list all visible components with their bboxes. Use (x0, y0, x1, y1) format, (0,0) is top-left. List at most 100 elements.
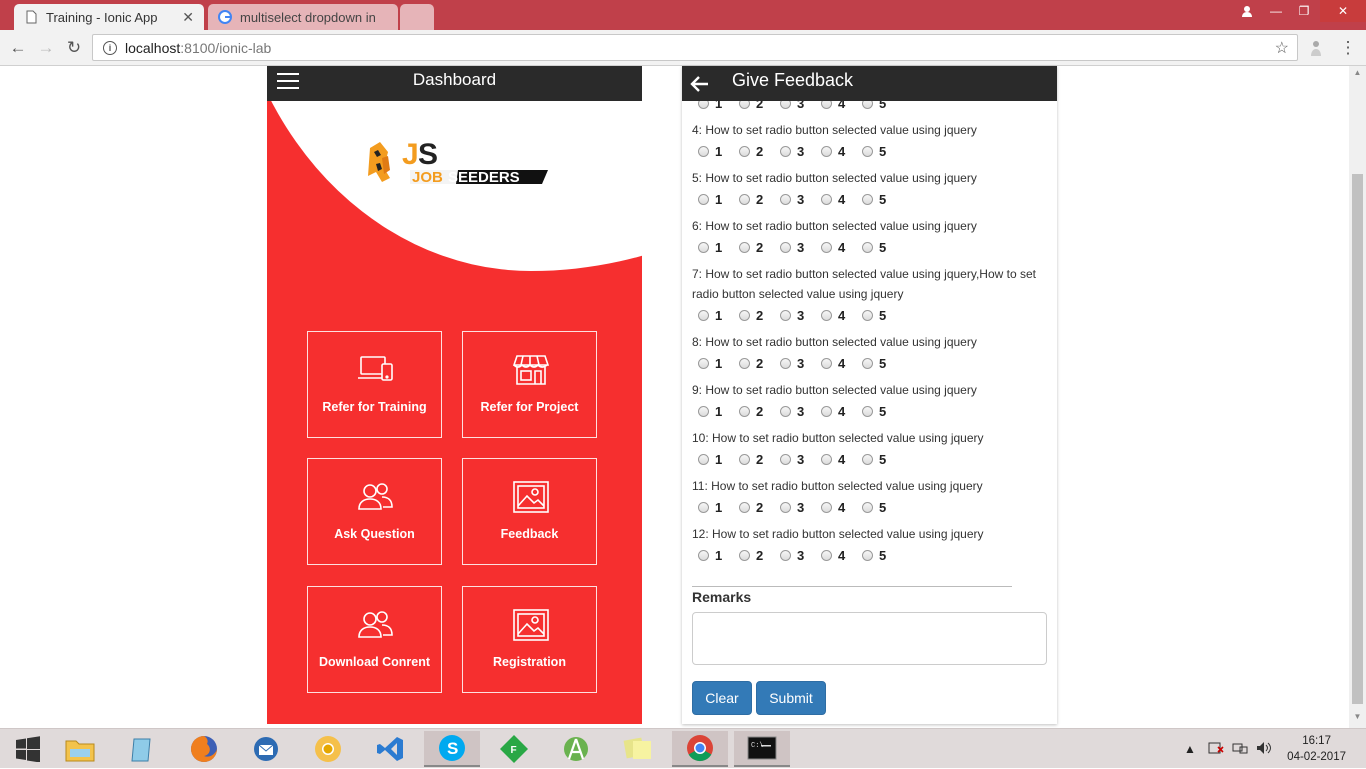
rating-option[interactable]: 5 (862, 404, 891, 419)
radio-button[interactable] (821, 405, 832, 417)
radio-button[interactable] (862, 501, 873, 513)
radio-button[interactable] (821, 501, 832, 513)
rating-option[interactable]: 3 (780, 452, 809, 467)
submit-button[interactable]: Submit (756, 681, 826, 715)
radio-button[interactable] (739, 501, 750, 513)
rating-option[interactable]: 1 (698, 192, 727, 207)
radio-button[interactable] (862, 193, 873, 205)
radio-button[interactable] (780, 453, 791, 465)
clear-button[interactable]: Clear (692, 681, 752, 715)
rating-option[interactable]: 4 (821, 452, 850, 467)
firefox-icon[interactable] (176, 731, 232, 767)
rating-option[interactable]: 3 (780, 192, 809, 207)
command-prompt-icon[interactable]: C:\ (734, 731, 790, 767)
radio-button[interactable] (739, 357, 750, 369)
radio-button[interactable] (821, 145, 832, 157)
rating-option[interactable]: 2 (739, 500, 768, 515)
rating-option[interactable]: 3 (780, 356, 809, 371)
rating-option[interactable]: 1 (698, 548, 727, 563)
chrome-canary-icon[interactable] (300, 731, 356, 767)
rating-option[interactable]: 5 (862, 240, 891, 255)
radio-button[interactable] (739, 145, 750, 157)
radio-button[interactable] (698, 501, 709, 513)
bookmark-star-icon[interactable]: ☆ (1275, 38, 1289, 58)
rating-option[interactable]: 2 (739, 404, 768, 419)
radio-button[interactable] (780, 501, 791, 513)
rating-option[interactable]: 3 (780, 404, 809, 419)
rating-option[interactable]: 3 (780, 144, 809, 159)
radio-button[interactable] (698, 241, 709, 253)
radio-button[interactable] (698, 453, 709, 465)
forward-arrow-icon[interactable]: → (36, 38, 56, 58)
radio-button[interactable] (780, 357, 791, 369)
rating-option[interactable]: 4 (821, 192, 850, 207)
back-arrow-icon[interactable]: ← (8, 38, 28, 58)
rating-option[interactable]: 2 (739, 240, 768, 255)
rating-option[interactable]: 5 (862, 144, 891, 159)
rating-option[interactable]: 2 (739, 308, 768, 323)
rating-option[interactable]: 5 (862, 452, 891, 467)
radio-button[interactable] (739, 309, 750, 321)
radio-button[interactable] (862, 145, 873, 157)
radio-button[interactable] (780, 309, 791, 321)
radio-button[interactable] (862, 453, 873, 465)
radio-button[interactable] (821, 193, 832, 205)
rating-option[interactable]: 1 (698, 144, 727, 159)
tile-refer-for-project[interactable]: Refer for Project (462, 331, 597, 438)
close-window-icon[interactable]: ✕ (1320, 0, 1366, 22)
radio-button[interactable] (862, 241, 873, 253)
rating-option[interactable]: 4 (821, 308, 850, 323)
close-tab-icon[interactable]: ✕ (182, 9, 194, 26)
volume-icon[interactable] (1256, 741, 1272, 758)
radio-button[interactable] (821, 453, 832, 465)
radio-button[interactable] (698, 405, 709, 417)
radio-button[interactable] (821, 357, 832, 369)
address-bar[interactable]: i localhost:8100/ionic-lab ☆ (92, 34, 1298, 61)
rating-option[interactable]: 4 (821, 548, 850, 563)
rating-option[interactable]: 5 (862, 308, 891, 323)
radio-button[interactable] (739, 405, 750, 417)
rating-option[interactable]: 1 (698, 500, 727, 515)
rating-option[interactable]: 1 (698, 240, 727, 255)
radio-button[interactable] (698, 549, 709, 561)
visual-studio-icon[interactable] (362, 731, 418, 767)
network-icon[interactable] (1232, 741, 1248, 758)
radio-button[interactable] (780, 145, 791, 157)
frame-app-icon[interactable]: F (486, 731, 542, 767)
remarks-textarea[interactable] (692, 612, 1047, 665)
rating-option[interactable]: 3 (780, 308, 809, 323)
radio-button[interactable] (821, 549, 832, 561)
radio-button[interactable] (698, 309, 709, 321)
rating-option[interactable]: 4 (821, 500, 850, 515)
sticky-notes-icon[interactable] (610, 731, 666, 767)
system-clock[interactable]: 16:17 04-02-2017 (1287, 733, 1346, 765)
rating-option[interactable]: 1 (698, 356, 727, 371)
show-hidden-icons-icon[interactable]: ▲ (1184, 742, 1196, 756)
skype-icon[interactable]: S (424, 731, 480, 767)
tab-multiselect[interactable]: multiselect dropdown in (208, 4, 398, 30)
radio-button[interactable] (739, 453, 750, 465)
restore-icon[interactable]: ❐ (1290, 0, 1318, 22)
chrome-icon[interactable] (672, 731, 728, 767)
rating-option[interactable]: 2 (739, 548, 768, 563)
radio-button[interactable] (698, 193, 709, 205)
windows-start-icon[interactable] (0, 731, 56, 767)
rating-option[interactable]: 5 (862, 356, 891, 371)
radio-button[interactable] (821, 241, 832, 253)
extension-icon[interactable] (1306, 38, 1326, 58)
rating-option[interactable]: 4 (821, 240, 850, 255)
file-explorer-icon[interactable] (52, 731, 108, 767)
radio-button[interactable] (698, 357, 709, 369)
user-profile-icon[interactable] (1233, 0, 1261, 22)
tile-ask-question[interactable]: Ask Question (307, 458, 442, 565)
rating-option[interactable]: 1 (698, 404, 727, 419)
rating-option[interactable]: 5 (862, 500, 891, 515)
back-arrow-icon[interactable] (690, 69, 710, 100)
tile-feedback[interactable]: Feedback (462, 458, 597, 565)
tile-download-content[interactable]: Download Conrent (307, 586, 442, 693)
rating-option[interactable]: 3 (780, 500, 809, 515)
radio-button[interactable] (862, 357, 873, 369)
thunderbird-icon[interactable] (238, 731, 294, 767)
radio-button[interactable] (739, 193, 750, 205)
reload-icon[interactable]: ↻ (64, 38, 84, 58)
